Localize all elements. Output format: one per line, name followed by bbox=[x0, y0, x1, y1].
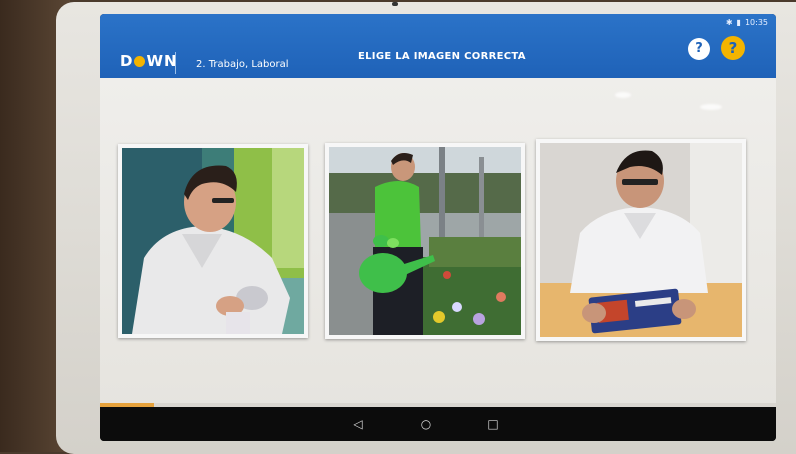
front-camera bbox=[392, 2, 398, 6]
section-label: 2. Trabajo, Laboral bbox=[196, 59, 289, 70]
help-button[interactable]: ? bbox=[721, 36, 745, 60]
screen-glare bbox=[700, 104, 722, 110]
lab-worker-reading-photo bbox=[540, 143, 742, 337]
back-icon: ◁ bbox=[353, 417, 363, 431]
option-image-3[interactable] bbox=[536, 139, 746, 341]
recents-icon: □ bbox=[487, 417, 499, 431]
header-divider bbox=[175, 52, 176, 74]
app-bar: ✱ ▮ 10:35 D WN 2. Trabajo, Laboral ELIGE … bbox=[100, 14, 776, 78]
bluetooth-icon: ✱ bbox=[725, 17, 733, 27]
tablet-screen: ✱ ▮ 10:35 D WN 2. Trabajo, Laboral ELIGE … bbox=[100, 14, 776, 441]
status-bar: ✱ ▮ 10:35 bbox=[726, 16, 768, 28]
battery-icon: ▮ bbox=[736, 17, 741, 27]
screen-glare bbox=[615, 92, 631, 98]
listen-button[interactable]: ? bbox=[688, 38, 710, 60]
ear-icon: ? bbox=[695, 41, 703, 56]
status-time: 10:35 bbox=[744, 17, 768, 27]
option-image-2[interactable] bbox=[325, 143, 525, 339]
app-logo: D WN bbox=[120, 52, 178, 70]
android-nav-bar: ◁ ○ □ bbox=[100, 407, 776, 441]
home-button[interactable]: ○ bbox=[417, 415, 435, 433]
option-image-1[interactable] bbox=[118, 144, 308, 338]
recents-button[interactable]: □ bbox=[484, 415, 502, 433]
lab-worker-gloves-photo bbox=[122, 148, 304, 334]
content-area bbox=[100, 78, 776, 408]
back-button[interactable]: ◁ bbox=[349, 415, 367, 433]
home-icon: ○ bbox=[420, 417, 432, 431]
help-icon: ? bbox=[728, 39, 738, 57]
page-title: ELIGE LA IMAGEN CORRECTA bbox=[358, 51, 526, 62]
gardener-watering-photo bbox=[329, 147, 521, 335]
